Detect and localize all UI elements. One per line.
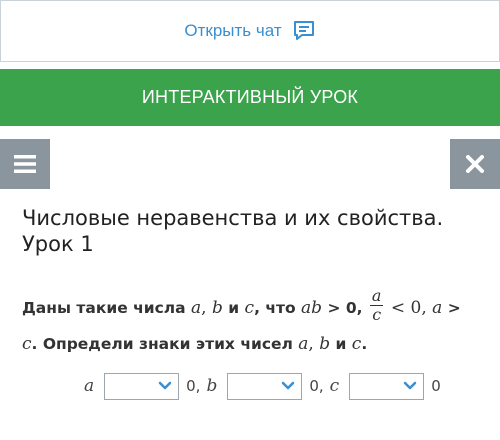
interactive-lesson-banner: ИНТЕРАКТИВНЫЙ УРОК bbox=[0, 69, 500, 126]
answer-after-c: 0 bbox=[431, 377, 441, 395]
var-a: a bbox=[432, 298, 443, 318]
var-a: a bbox=[191, 298, 202, 318]
task-text: , что bbox=[254, 299, 302, 317]
task-text: > bbox=[442, 299, 461, 317]
sign-select-b[interactable] bbox=[227, 372, 303, 400]
var-ab: ab bbox=[301, 298, 323, 318]
fraction-a-over-c: ac bbox=[369, 286, 384, 324]
answer-after-b: 0, bbox=[309, 377, 324, 395]
chevron-down-icon bbox=[282, 381, 295, 390]
fraction-numerator: a bbox=[369, 286, 384, 306]
var-c: c bbox=[244, 298, 255, 318]
answer-var-c: c bbox=[329, 376, 340, 396]
answer-var-a: a bbox=[84, 376, 95, 396]
answer-after-a: 0, bbox=[186, 377, 201, 395]
close-button[interactable] bbox=[450, 139, 500, 189]
answer-row: a 0, b 0, c 0 bbox=[84, 372, 447, 400]
lesson-title: Числовые неравенства и их свойства. Урок… bbox=[22, 206, 444, 256]
fraction-denominator: c bbox=[372, 305, 382, 324]
chevron-down-icon bbox=[403, 381, 417, 390]
close-icon bbox=[466, 155, 484, 173]
menu-icon bbox=[14, 155, 36, 173]
var-c: c bbox=[22, 334, 32, 354]
var-a: a bbox=[298, 334, 309, 354]
task-text: и bbox=[330, 335, 352, 353]
menu-button[interactable] bbox=[0, 139, 50, 189]
comma: , bbox=[308, 334, 320, 354]
open-chat-label: Открыть чат bbox=[184, 21, 282, 40]
comma: , bbox=[201, 298, 212, 318]
less-than-zero: < 0, bbox=[385, 298, 433, 318]
sign-select-a[interactable] bbox=[104, 372, 180, 400]
answer-var-b: b bbox=[206, 376, 218, 396]
var-b: b bbox=[211, 298, 223, 318]
task-statement: Даны такие числа a, b и c, что ab > 0, a… bbox=[22, 286, 492, 361]
open-chat-button[interactable]: Открыть чат bbox=[0, 0, 500, 62]
var-b: b bbox=[319, 334, 331, 354]
sign-select-c[interactable] bbox=[349, 372, 425, 400]
task-text: . bbox=[361, 335, 368, 353]
task-text: и bbox=[222, 299, 245, 317]
task-text: . Определи знаки этих чисел bbox=[31, 335, 299, 353]
var-c: c bbox=[351, 334, 362, 354]
task-text: > 0, bbox=[322, 299, 368, 317]
task-text: Даны такие числа bbox=[22, 299, 192, 317]
banner-title: ИНТЕРАКТИВНЫЙ УРОК bbox=[141, 87, 359, 107]
chevron-down-icon bbox=[158, 381, 172, 390]
chat-icon bbox=[293, 21, 314, 40]
